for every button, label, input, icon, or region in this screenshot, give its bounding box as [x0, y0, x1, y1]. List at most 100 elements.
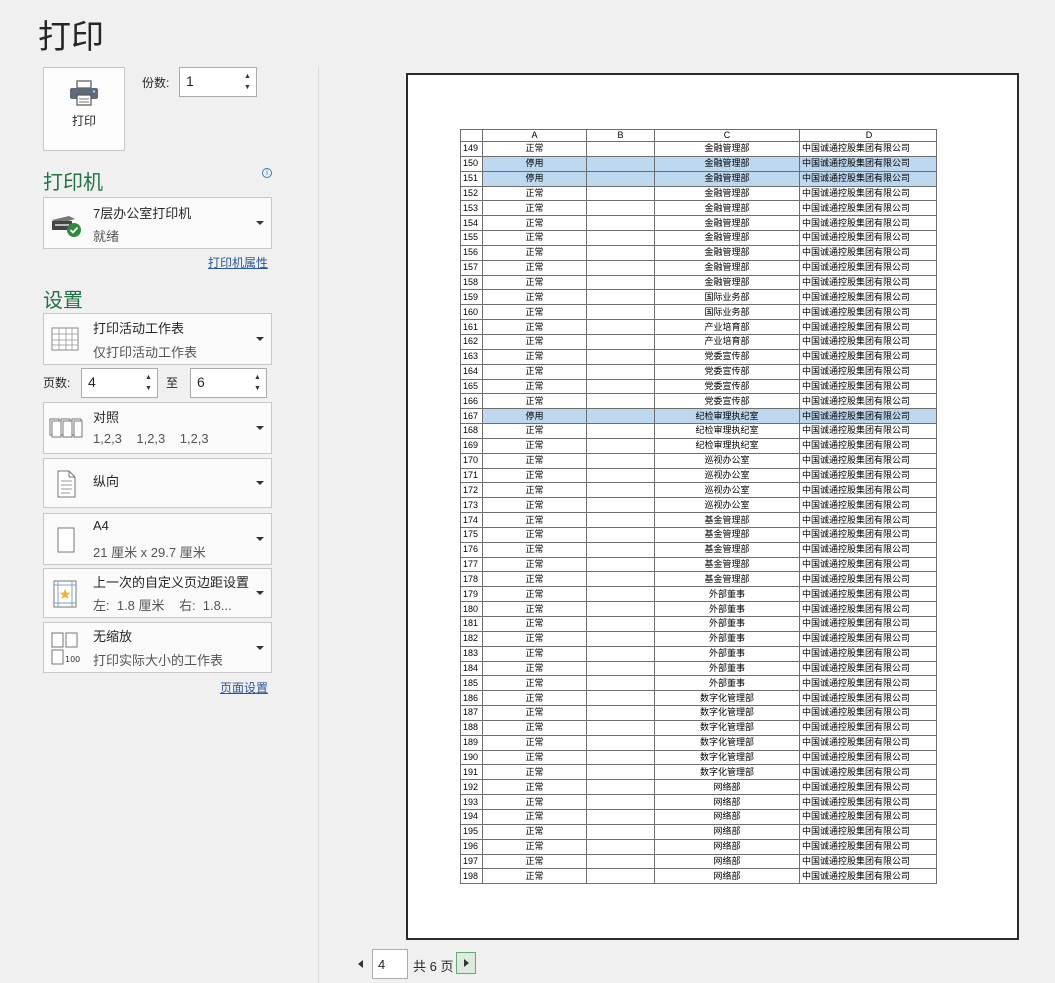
- chevron-down-icon: [256, 537, 264, 541]
- table-row: 191 正常 数字化管理部 中国诚通控股集团有限公司: [460, 764, 937, 781]
- column-header: D: [799, 129, 937, 142]
- table-cell: 中国诚通控股集团有限公司: [799, 808, 937, 825]
- table-cell: 国际业务部: [654, 289, 800, 306]
- collate-dropdown[interactable]: 对照 1,2,3 1,2,3 1,2,3: [43, 402, 272, 454]
- table-cell: [586, 779, 655, 796]
- column-header: C: [654, 129, 800, 142]
- row-number-cell: 189: [460, 734, 483, 751]
- table-row: 190 正常 数字化管理部 中国诚通控股集团有限公司: [460, 749, 937, 766]
- current-page-input[interactable]: 4: [372, 949, 408, 979]
- row-number-cell: 184: [460, 660, 483, 677]
- table-cell: 中国诚通控股集团有限公司: [799, 690, 937, 707]
- table-cell: [586, 378, 655, 395]
- table-cell: 正常: [482, 556, 587, 573]
- pages-from-input[interactable]: 4 ▲ ▼: [81, 368, 158, 398]
- table-cell: 正常: [482, 259, 587, 276]
- print-scope-dropdown[interactable]: 打印活动工作表 仅打印活动工作表: [43, 313, 272, 365]
- table-cell: 中国诚通控股集团有限公司: [799, 155, 937, 172]
- spin-down-icon[interactable]: ▼: [254, 385, 262, 392]
- table-cell: 数字化管理部: [654, 749, 800, 766]
- table-row: 156 正常 金融管理部 中国诚通控股集团有限公司: [460, 244, 937, 261]
- table-row: 174 正常 基金管理部 中国诚通控股集团有限公司: [460, 512, 937, 528]
- scaling-dropdown[interactable]: 100 无缩放 打印实际大小的工作表: [43, 622, 272, 673]
- table-row: 159 正常 国际业务部 中国诚通控股集团有限公司: [460, 289, 937, 306]
- table-row: 167 停用 纪检审理执纪室 中国诚通控股集团有限公司: [460, 408, 937, 425]
- table-cell: 中国诚通控股集团有限公司: [799, 230, 937, 246]
- spin-down-icon[interactable]: ▼: [145, 385, 153, 392]
- spin-up-icon[interactable]: ▲: [254, 374, 262, 381]
- margins-dropdown[interactable]: 上一次的自定义页边距设置 左: 1.8 厘米 右: 1.8...: [43, 568, 272, 618]
- table-row: 184 正常 外部董事 中国诚通控股集团有限公司: [460, 660, 937, 677]
- table-cell: 金融管理部: [654, 141, 800, 157]
- table-cell: 正常: [482, 244, 587, 261]
- row-number-cell: 187: [460, 705, 483, 721]
- table-row: 192 正常 网络部 中国诚通控股集团有限公司: [460, 779, 937, 796]
- table-row: 196 正常 网络部 中国诚通控股集团有限公司: [460, 838, 937, 855]
- table-cell: 中国诚通控股集团有限公司: [799, 482, 937, 499]
- row-number-cell: 171: [460, 467, 483, 484]
- table-cell: 中国诚通控股集团有限公司: [799, 675, 937, 692]
- table-cell: 网络部: [654, 868, 800, 885]
- table-cell: 国际业务部: [654, 304, 800, 321]
- table-cell: 正常: [482, 630, 587, 647]
- page-setup-link[interactable]: 页面设置: [220, 679, 268, 696]
- spin-up-icon[interactable]: ▲: [244, 73, 252, 80]
- scaling-icon-text: 100: [65, 655, 80, 664]
- table-cell: 中国诚通控股集团有限公司: [799, 541, 937, 558]
- table-cell: 中国诚通控股集团有限公司: [799, 304, 937, 321]
- table-cell: 金融管理部: [654, 259, 800, 276]
- table-cell: 党委宣传部: [654, 348, 800, 365]
- table-row: 166 正常 党委宣传部 中国诚通控股集团有限公司: [460, 393, 937, 410]
- table-cell: 中国诚通控股集团有限公司: [799, 467, 937, 484]
- pages-to-input[interactable]: 6 ▲ ▼: [190, 368, 267, 398]
- printer-properties-link[interactable]: 打印机属性: [208, 254, 268, 271]
- row-number-cell: 198: [460, 868, 483, 885]
- table-cell: 正常: [482, 200, 587, 217]
- row-number-cell: 161: [460, 319, 483, 335]
- table-cell: 正常: [482, 719, 587, 736]
- printer-name: 7层办公室打印机: [93, 206, 192, 221]
- table-row: 187 正常 数字化管理部 中国诚通控股集团有限公司: [460, 705, 937, 721]
- print-button[interactable]: 打印: [43, 67, 125, 151]
- column-header-row: A B C D: [460, 129, 937, 142]
- copies-input[interactable]: 1 ▲ ▼: [179, 67, 257, 97]
- table-cell: [586, 764, 655, 781]
- table-cell: 数字化管理部: [654, 690, 800, 707]
- table-cell: 正常: [482, 423, 587, 439]
- table-cell: 中国诚通控股集团有限公司: [799, 423, 937, 439]
- paper-size-dropdown[interactable]: A4 21 厘米 x 29.7 厘米: [43, 513, 272, 565]
- table-cell: [586, 719, 655, 736]
- table-row: 188 正常 数字化管理部 中国诚通控股集团有限公司: [460, 719, 937, 736]
- table-cell: 正常: [482, 749, 587, 766]
- spin-up-icon[interactable]: ▲: [145, 374, 153, 381]
- table-cell: 巡视办公室: [654, 452, 800, 469]
- table-cell: 中国诚通控股集团有限公司: [799, 363, 937, 380]
- table-cell: [586, 512, 655, 528]
- printer-dropdown[interactable]: 7层办公室打印机 就绪: [43, 197, 272, 249]
- table-cell: 正常: [482, 779, 587, 796]
- row-number-cell: 152: [460, 185, 483, 202]
- table-row: 158 正常 金融管理部 中国诚通控股集团有限公司: [460, 274, 937, 291]
- row-number-cell: 197: [460, 853, 483, 870]
- table-cell: [586, 630, 655, 647]
- table-cell: 金融管理部: [654, 274, 800, 291]
- table-cell: 正常: [482, 348, 587, 365]
- table-cell: 中国诚通控股集团有限公司: [799, 556, 937, 573]
- table-cell: [586, 185, 655, 202]
- info-icon[interactable]: i: [262, 168, 272, 178]
- table-cell: [586, 645, 655, 662]
- row-number-cell: 177: [460, 556, 483, 573]
- spin-down-icon[interactable]: ▼: [244, 84, 252, 91]
- table-cell: 中国诚通控股集团有限公司: [799, 141, 937, 157]
- chevron-down-icon: [256, 221, 264, 225]
- table-cell: 中国诚通控股集团有限公司: [799, 452, 937, 469]
- chevron-down-icon: [256, 591, 264, 595]
- table-cell: 中国诚通控股集团有限公司: [799, 378, 937, 395]
- table-cell: 中国诚通控股集团有限公司: [799, 838, 937, 855]
- previous-page-icon[interactable]: [358, 960, 363, 968]
- table-cell: 正常: [482, 141, 587, 157]
- next-page-button[interactable]: [456, 952, 476, 974]
- table-cell: 中国诚通控股集团有限公司: [799, 749, 937, 766]
- orientation-dropdown[interactable]: 纵向: [43, 458, 272, 508]
- table-row: 154 正常 金融管理部 中国诚通控股集团有限公司: [460, 215, 937, 232]
